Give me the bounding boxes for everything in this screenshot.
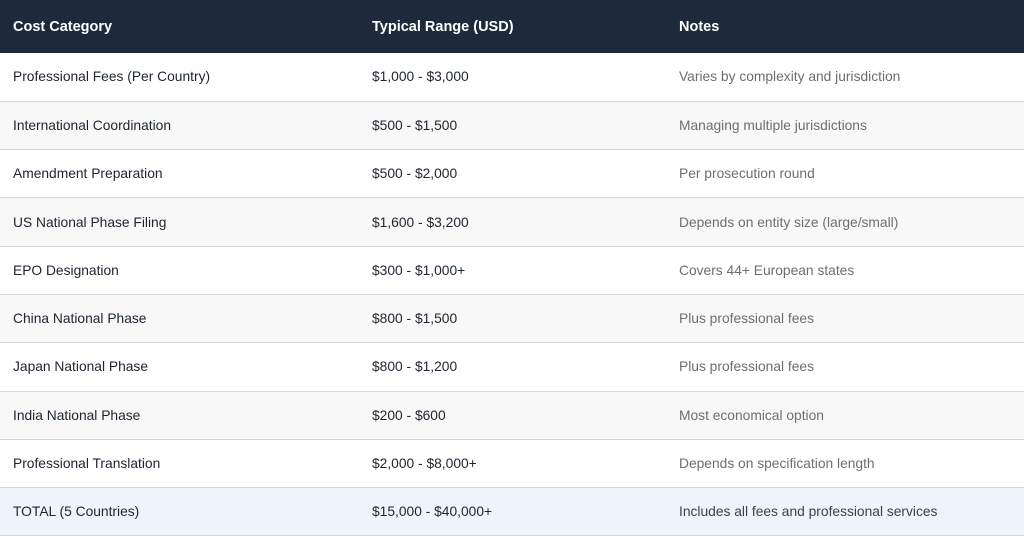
typical-range-cell: $800 - $1,200 — [372, 359, 458, 375]
table-row: Professional Translation $2,000 - $8,000… — [0, 439, 1024, 488]
cost-category-cell: Amendment Preparation — [13, 166, 163, 182]
header-notes: Notes — [679, 18, 720, 35]
notes-cell: Per prosecution round — [679, 166, 815, 182]
table-row: China National Phase $800 - $1,500 Plus … — [0, 294, 1024, 343]
typical-range-cell: $300 - $1,000+ — [372, 262, 466, 278]
cost-category-cell: China National Phase — [13, 311, 147, 327]
table-row: India National Phase $200 - $600 Most ec… — [0, 391, 1024, 440]
total-category-cell: TOTAL (5 Countries) — [13, 504, 140, 520]
notes-cell: Depends on specification length — [679, 456, 875, 472]
notes-cell: Plus professional fees — [679, 359, 814, 375]
table-row: EPO Designation $300 - $1,000+ Covers 44… — [0, 246, 1024, 295]
typical-range-cell: $1,600 - $3,200 — [372, 214, 469, 230]
header-cost-category: Cost Category — [13, 18, 113, 35]
cost-table: Cost Category Typical Range (USD) Notes … — [0, 0, 1024, 536]
cost-category-cell: Japan National Phase — [13, 359, 148, 375]
total-range-cell: $15,000 - $40,000+ — [372, 504, 493, 520]
cost-category-cell: International Coordination — [13, 117, 172, 133]
notes-cell: Covers 44+ European states — [679, 262, 855, 278]
table-row: Japan National Phase $800 - $1,200 Plus … — [0, 342, 1024, 392]
cost-category-cell: Professional Fees (Per Country) — [13, 69, 211, 85]
typical-range-cell: $2,000 - $8,000+ — [372, 456, 477, 472]
notes-cell: Most economical option — [679, 407, 824, 423]
typical-range-cell: $500 - $1,500 — [372, 117, 458, 133]
table-body: Professional Fees (Per Country) $1,000 -… — [0, 53, 1024, 536]
total-notes-cell: Includes all fees and professional servi… — [679, 504, 938, 520]
table-row: US National Phase Filing $1,600 - $3,200… — [0, 197, 1024, 247]
notes-cell: Plus professional fees — [679, 311, 814, 327]
typical-range-cell: $200 - $600 — [372, 407, 446, 423]
cost-category-cell: Professional Translation — [13, 456, 161, 472]
notes-cell: Varies by complexity and jurisdiction — [679, 69, 901, 85]
notes-cell: Managing multiple jurisdictions — [679, 117, 867, 133]
table-header: Cost Category Typical Range (USD) Notes — [0, 0, 1024, 53]
typical-range-cell: $1,000 - $3,000 — [372, 69, 469, 85]
notes-cell: Depends on entity size (large/small) — [679, 214, 899, 230]
typical-range-cell: $500 - $2,000 — [372, 166, 458, 182]
table-row: Amendment Preparation $500 - $2,000 Per … — [0, 149, 1024, 198]
table-row: International Coordination $500 - $1,500… — [0, 101, 1024, 150]
typical-range-cell: $800 - $1,500 — [372, 311, 458, 327]
header-typical-range: Typical Range (USD) — [372, 18, 514, 35]
cost-category-cell: India National Phase — [13, 407, 141, 423]
header-row: Cost Category Typical Range (USD) Notes — [0, 0, 1024, 53]
table-row: Professional Fees (Per Country) $1,000 -… — [0, 53, 1024, 102]
cost-category-cell: EPO Designation — [13, 262, 119, 278]
cost-category-cell: US National Phase Filing — [13, 214, 167, 230]
total-row: TOTAL (5 Countries) $15,000 - $40,000+ I… — [0, 487, 1024, 536]
